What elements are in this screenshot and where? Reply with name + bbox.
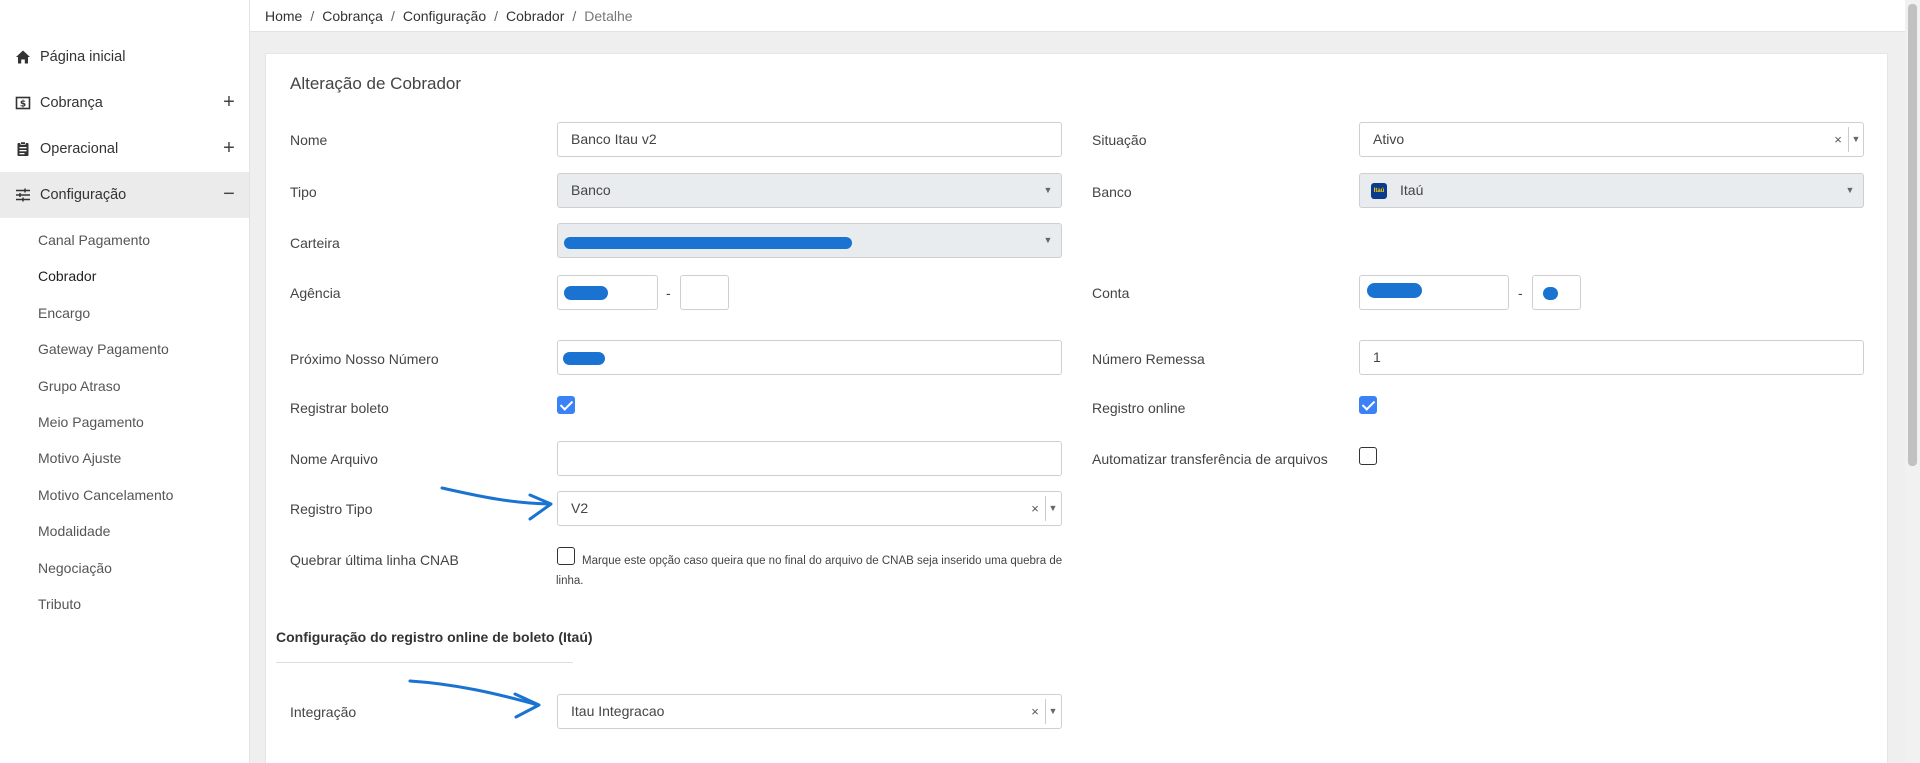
annotation-arrowhead-icon xyxy=(513,692,541,719)
scrollbar-thumb[interactable] xyxy=(1908,4,1917,466)
page-scrollbar[interactable] xyxy=(1905,0,1920,763)
annotation-arrow-icon xyxy=(408,679,540,707)
annotation-arrowhead-icon xyxy=(528,493,553,521)
annotation-overlay xyxy=(408,486,553,719)
